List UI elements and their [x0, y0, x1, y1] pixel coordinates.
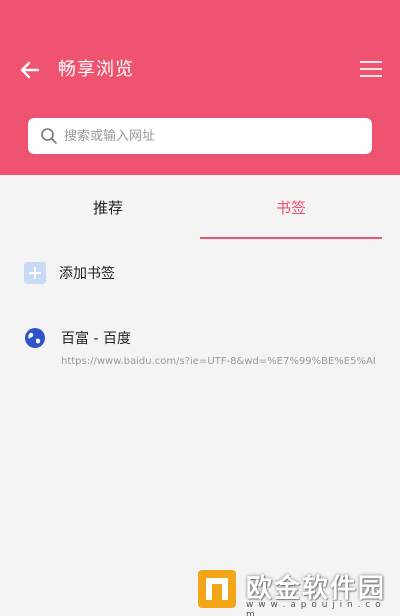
watermark-logo: 欧金软件园 w w w . a p o u j i n . c o m [196, 568, 392, 616]
search-input[interactable] [64, 128, 364, 144]
tab-bookmarks[interactable]: 书签 [200, 175, 382, 239]
add-bookmark-button[interactable]: 添加书签 [0, 254, 400, 292]
bookmark-item[interactable]: 百富 - 百度 https://www.baidu.com/s?ie=UTF-8… [0, 322, 400, 372]
watermark-mark-icon [198, 570, 236, 608]
tab-recommended[interactable]: 推荐 [18, 175, 198, 239]
back-button[interactable] [16, 56, 44, 84]
active-tab-indicator [200, 237, 382, 239]
search-bar[interactable] [28, 118, 372, 154]
watermark-url: w w w . a p o u j i n . c o m [246, 600, 382, 616]
menu-button[interactable] [356, 56, 386, 82]
search-icon [40, 127, 58, 145]
tab-bar: 推荐 书签 [0, 175, 400, 239]
app-header: 畅享浏览 [0, 0, 400, 175]
add-bookmark-label: 添加书签 [59, 266, 115, 282]
page-title: 畅享浏览 [58, 59, 134, 80]
plus-icon [24, 262, 46, 284]
bookmark-title: 百富 - 百度 [61, 331, 131, 347]
globe-icon [25, 328, 45, 348]
arrow-left-icon [20, 61, 40, 79]
hamburger-menu-icon [360, 61, 382, 77]
bookmark-url: https://www.baidu.com/s?ie=UTF-8&wd=%E7%… [61, 356, 375, 367]
